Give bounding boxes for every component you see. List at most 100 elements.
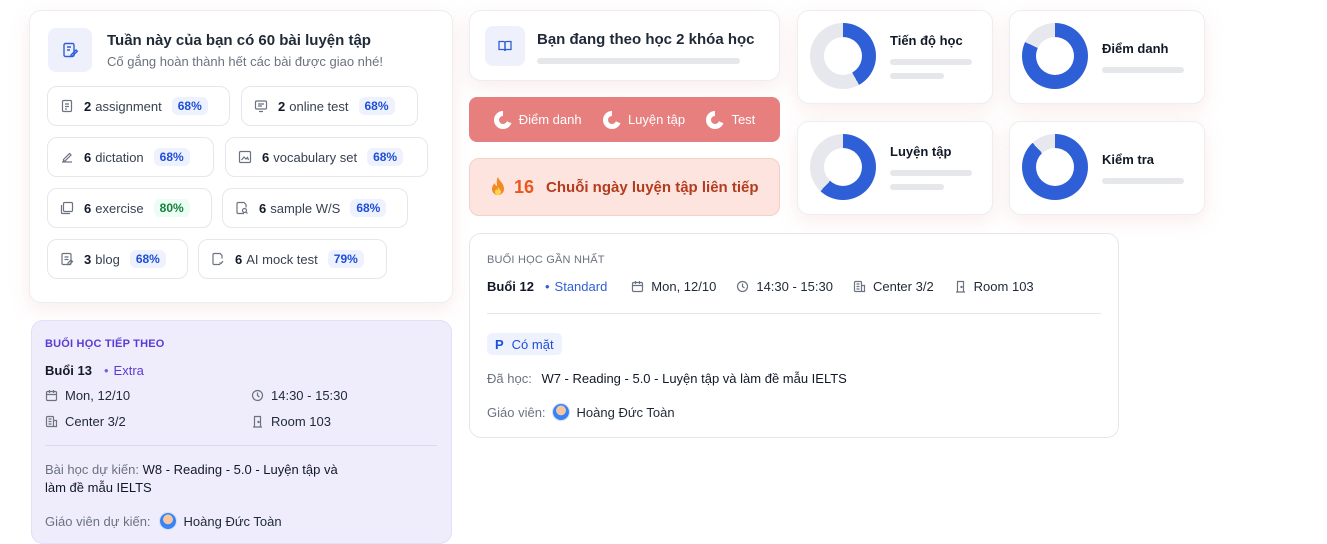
image-card-icon xyxy=(238,150,252,164)
checklist-icon xyxy=(211,252,225,266)
chip-count: 2 xyxy=(84,98,92,114)
stat-skeleton xyxy=(890,73,944,79)
courses-title: Bạn đang theo học 2 khóa học xyxy=(537,31,755,48)
chip-percent: 79% xyxy=(327,250,364,268)
recent-session-card[interactable]: BUỔI HỌC GẦN NHẤT Buổi 12 • Standard Mon… xyxy=(469,233,1119,438)
chip-percent: 68% xyxy=(153,148,190,166)
chip-exercise[interactable]: 6 exercise 80% xyxy=(47,188,212,228)
chip-count: 6 xyxy=(84,149,92,165)
recent-date: Mon, 12/10 xyxy=(631,279,716,294)
chip-label: dictation xyxy=(95,149,144,165)
teacher-avatar xyxy=(158,512,177,530)
legend-label: Test xyxy=(731,112,756,127)
stat-progress[interactable]: Tiến độ học xyxy=(797,10,993,104)
center-value: Center 3/2 xyxy=(872,279,934,294)
chip-percent: 68% xyxy=(129,250,166,268)
chip-label: online test xyxy=(289,98,349,114)
recent-room: Room 103 xyxy=(954,279,1034,294)
chip-blog[interactable]: 3 blog 68% xyxy=(47,239,188,279)
time-value: 14:30 - 15:30 xyxy=(756,279,833,294)
streak-label: Chuỗi ngày luyện tập liên tiếp xyxy=(546,178,759,196)
chip-online-test[interactable]: 2 online test 68% xyxy=(241,86,418,126)
practice-donut xyxy=(810,134,876,200)
stat-skeleton xyxy=(1102,178,1184,184)
lesson-value: W7 - Reading - 5.0 - Luyện tập và làm đề… xyxy=(541,371,847,386)
chip-count: 6 xyxy=(262,149,270,165)
date-value: Mon, 12/10 xyxy=(65,388,131,403)
next-time: 14:30 - 15:30 xyxy=(251,388,348,403)
streak-count: 16 xyxy=(514,176,535,197)
legend-label: Luyện tập xyxy=(627,112,686,127)
recent-session-heading: BUỔI HỌC GẦN NHẤT xyxy=(487,254,605,266)
legend-label: Điểm danh xyxy=(518,112,582,127)
document-icon xyxy=(60,99,74,113)
stat-label: Tiến độ học xyxy=(890,33,963,48)
fire-icon xyxy=(488,176,508,198)
clock-icon xyxy=(251,389,264,402)
stat-test[interactable]: Kiểm tra xyxy=(1009,121,1205,215)
recent-session-row: Buổi 12 • Standard Mon, 12/10 14:30 - 15… xyxy=(487,279,1034,294)
stat-label: Điểm danh xyxy=(1102,41,1169,56)
chip-vocabulary-set[interactable]: 6 vocabulary set 68% xyxy=(225,137,428,177)
dot-icon: • xyxy=(103,363,109,378)
building-icon xyxy=(853,280,866,293)
attendance-donut xyxy=(1022,23,1088,89)
chart-legend: Điểm danh Luyện tập Test xyxy=(469,97,780,142)
chip-dictation[interactable]: 6 dictation 68% xyxy=(47,137,214,177)
next-session-row: Buổi 13 • Extra xyxy=(45,363,144,378)
time-value: 14:30 - 15:30 xyxy=(271,388,348,403)
ring-icon xyxy=(493,110,512,129)
summary-subtitle: Cố gắng hoàn thành hết các bài được giao… xyxy=(107,54,383,69)
stat-label: Kiểm tra xyxy=(1102,152,1155,167)
chip-count: 6 xyxy=(84,200,92,216)
next-date: Mon, 12/10 xyxy=(45,388,130,403)
book-icon xyxy=(485,26,525,66)
next-session-card[interactable]: BUỔI HỌC TIẾP THEO Buổi 13 • Extra Mon, … xyxy=(31,320,452,544)
pencil-icon xyxy=(60,150,74,164)
calendar-icon xyxy=(45,389,58,402)
progress-donut xyxy=(810,23,876,89)
recent-teacher: Giáo viên: Hoàng Đức Toàn xyxy=(487,403,675,421)
chip-assignment[interactable]: 2 assignment 68% xyxy=(47,86,230,126)
stat-skeleton xyxy=(1102,67,1184,73)
teacher-name: Hoàng Đức Toàn xyxy=(576,404,675,420)
stat-practice[interactable]: Luyện tập xyxy=(797,121,993,215)
chip-label: exercise xyxy=(95,200,144,216)
streak-banner: 16 Chuỗi ngày luyện tập liên tiếp xyxy=(469,158,780,216)
attendance-code: P xyxy=(495,336,504,352)
courses-skeleton xyxy=(537,58,740,64)
chip-sample-ws[interactable]: 6 sample W/S 68% xyxy=(222,188,408,228)
recent-time: 14:30 - 15:30 xyxy=(736,279,833,294)
chip-count: 2 xyxy=(278,98,286,114)
dot-icon: • xyxy=(544,279,550,294)
stack-icon xyxy=(60,201,74,215)
courses-card[interactable]: Bạn đang theo học 2 khóa học xyxy=(469,10,780,81)
chip-count: 3 xyxy=(84,251,92,267)
teacher-label: Giáo viên dự kiến: xyxy=(45,513,151,529)
chip-percent: 80% xyxy=(153,199,190,217)
chip-ai-mock-test[interactable]: 6 AI mock test 79% xyxy=(198,239,387,279)
chip-percent: 68% xyxy=(350,199,387,217)
session-tag: Standard xyxy=(554,279,608,294)
teacher-label: Giáo viên: xyxy=(487,404,546,420)
chip-percent: 68% xyxy=(171,97,208,115)
test-donut xyxy=(1022,134,1088,200)
teacher-avatar xyxy=(551,403,570,421)
chip-percent: 68% xyxy=(367,148,404,166)
session-number: Buổi 13 xyxy=(45,363,92,378)
summary-title: Tuần này của bạn có 60 bài luyện tập xyxy=(107,32,371,49)
lesson-label: Đã học: xyxy=(487,371,532,386)
next-room: Room 103 xyxy=(251,414,331,429)
teacher-name: Hoàng Đức Toàn xyxy=(183,513,282,529)
stat-skeleton xyxy=(890,184,944,190)
clock-icon xyxy=(736,280,749,293)
divider xyxy=(487,313,1101,314)
stat-attendance[interactable]: Điểm danh xyxy=(1009,10,1205,104)
chip-label: sample W/S xyxy=(270,200,341,216)
chip-count: 6 xyxy=(235,251,243,267)
room-value: Room 103 xyxy=(973,279,1034,294)
monitor-icon xyxy=(254,99,268,113)
stat-label: Luyện tập xyxy=(890,144,952,159)
blog-icon xyxy=(60,252,74,266)
document-search-icon xyxy=(235,201,249,215)
